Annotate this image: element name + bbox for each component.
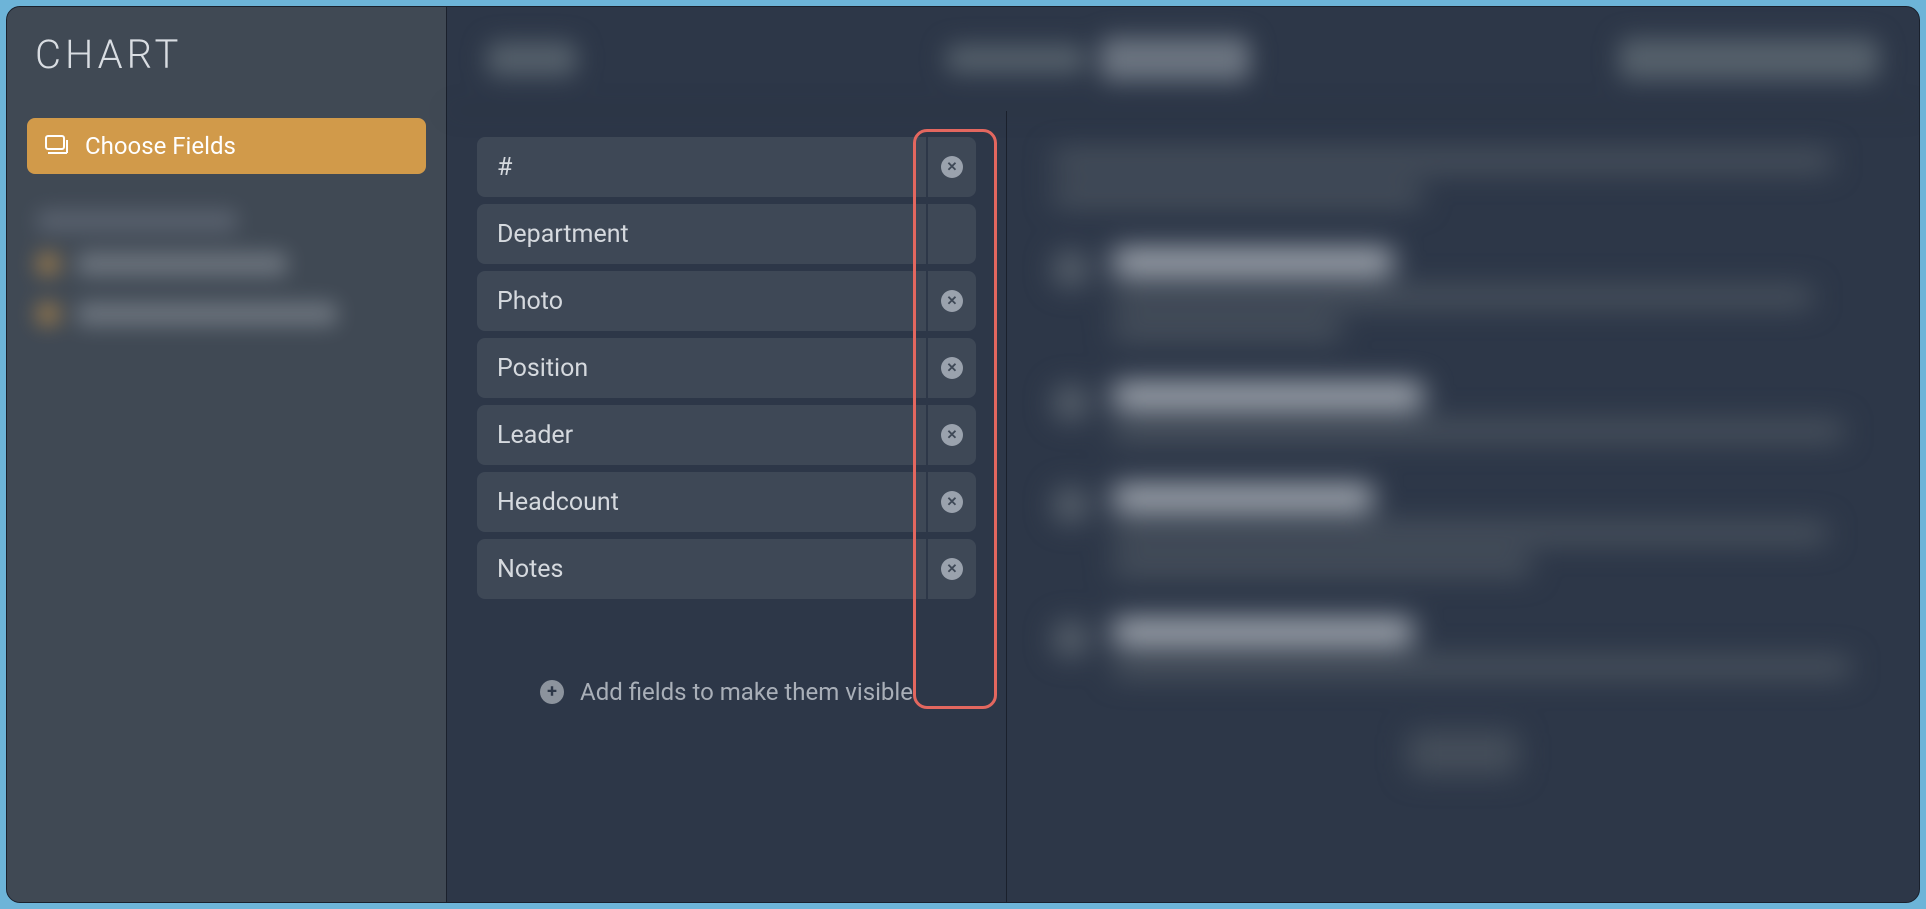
main-body: #✕DepartmentPhoto✕Position✕Leader✕Headco…	[447, 111, 1919, 902]
field-remove-button[interactable]: ✕	[926, 472, 976, 532]
topbar-blurred	[447, 7, 1919, 111]
sidebar-item-label: Choose Fields	[85, 132, 236, 160]
field-row[interactable]: Headcount ✕	[477, 472, 976, 532]
field-remove-button[interactable]: ✕	[926, 539, 976, 599]
field-remove-button[interactable]: ✕	[926, 271, 976, 331]
field-label: Department	[477, 204, 926, 264]
field-row[interactable]: Photo ✕	[477, 271, 976, 331]
app-window: CHART Choose Fields	[6, 6, 1920, 903]
fields-icon	[45, 135, 73, 157]
add-fields-label: Add fields to make them visible	[580, 678, 913, 706]
fields-panel: #✕DepartmentPhoto✕Position✕Leader✕Headco…	[447, 111, 1007, 902]
field-remove-button	[926, 204, 976, 264]
field-label: Photo	[477, 271, 926, 331]
field-label: Headcount	[477, 472, 926, 532]
sidebar: CHART Choose Fields	[7, 7, 447, 902]
remove-icon: ✕	[941, 156, 963, 178]
remove-icon: ✕	[941, 558, 963, 580]
field-remove-button[interactable]: ✕	[926, 405, 976, 465]
field-label: Position	[477, 338, 926, 398]
sidebar-item-choose-fields[interactable]: Choose Fields	[27, 118, 426, 174]
field-label: Notes	[477, 539, 926, 599]
field-remove-button[interactable]: ✕	[926, 137, 976, 197]
main-area: #✕DepartmentPhoto✕Position✕Leader✕Headco…	[447, 7, 1919, 902]
sidebar-title: CHART	[35, 31, 426, 78]
field-row[interactable]: Department	[477, 204, 976, 264]
field-remove-button[interactable]: ✕	[926, 338, 976, 398]
field-row[interactable]: #✕	[477, 137, 976, 197]
remove-icon: ✕	[941, 491, 963, 513]
field-row[interactable]: Notes ✕	[477, 539, 976, 599]
field-row[interactable]: Leader ✕	[477, 405, 976, 465]
sidebar-blurred-section	[27, 200, 426, 352]
field-row[interactable]: Position ✕	[477, 338, 976, 398]
remove-icon: ✕	[941, 290, 963, 312]
add-fields-button[interactable]: + Add fields to make them visible	[477, 678, 976, 706]
field-list: #✕DepartmentPhoto✕Position✕Leader✕Headco…	[477, 137, 976, 606]
remove-icon: ✕	[941, 357, 963, 379]
field-label: #	[477, 137, 926, 197]
plus-circle-icon: +	[540, 680, 564, 704]
field-label: Leader	[477, 405, 926, 465]
right-panel-blurred	[1007, 111, 1919, 902]
remove-icon: ✕	[941, 424, 963, 446]
